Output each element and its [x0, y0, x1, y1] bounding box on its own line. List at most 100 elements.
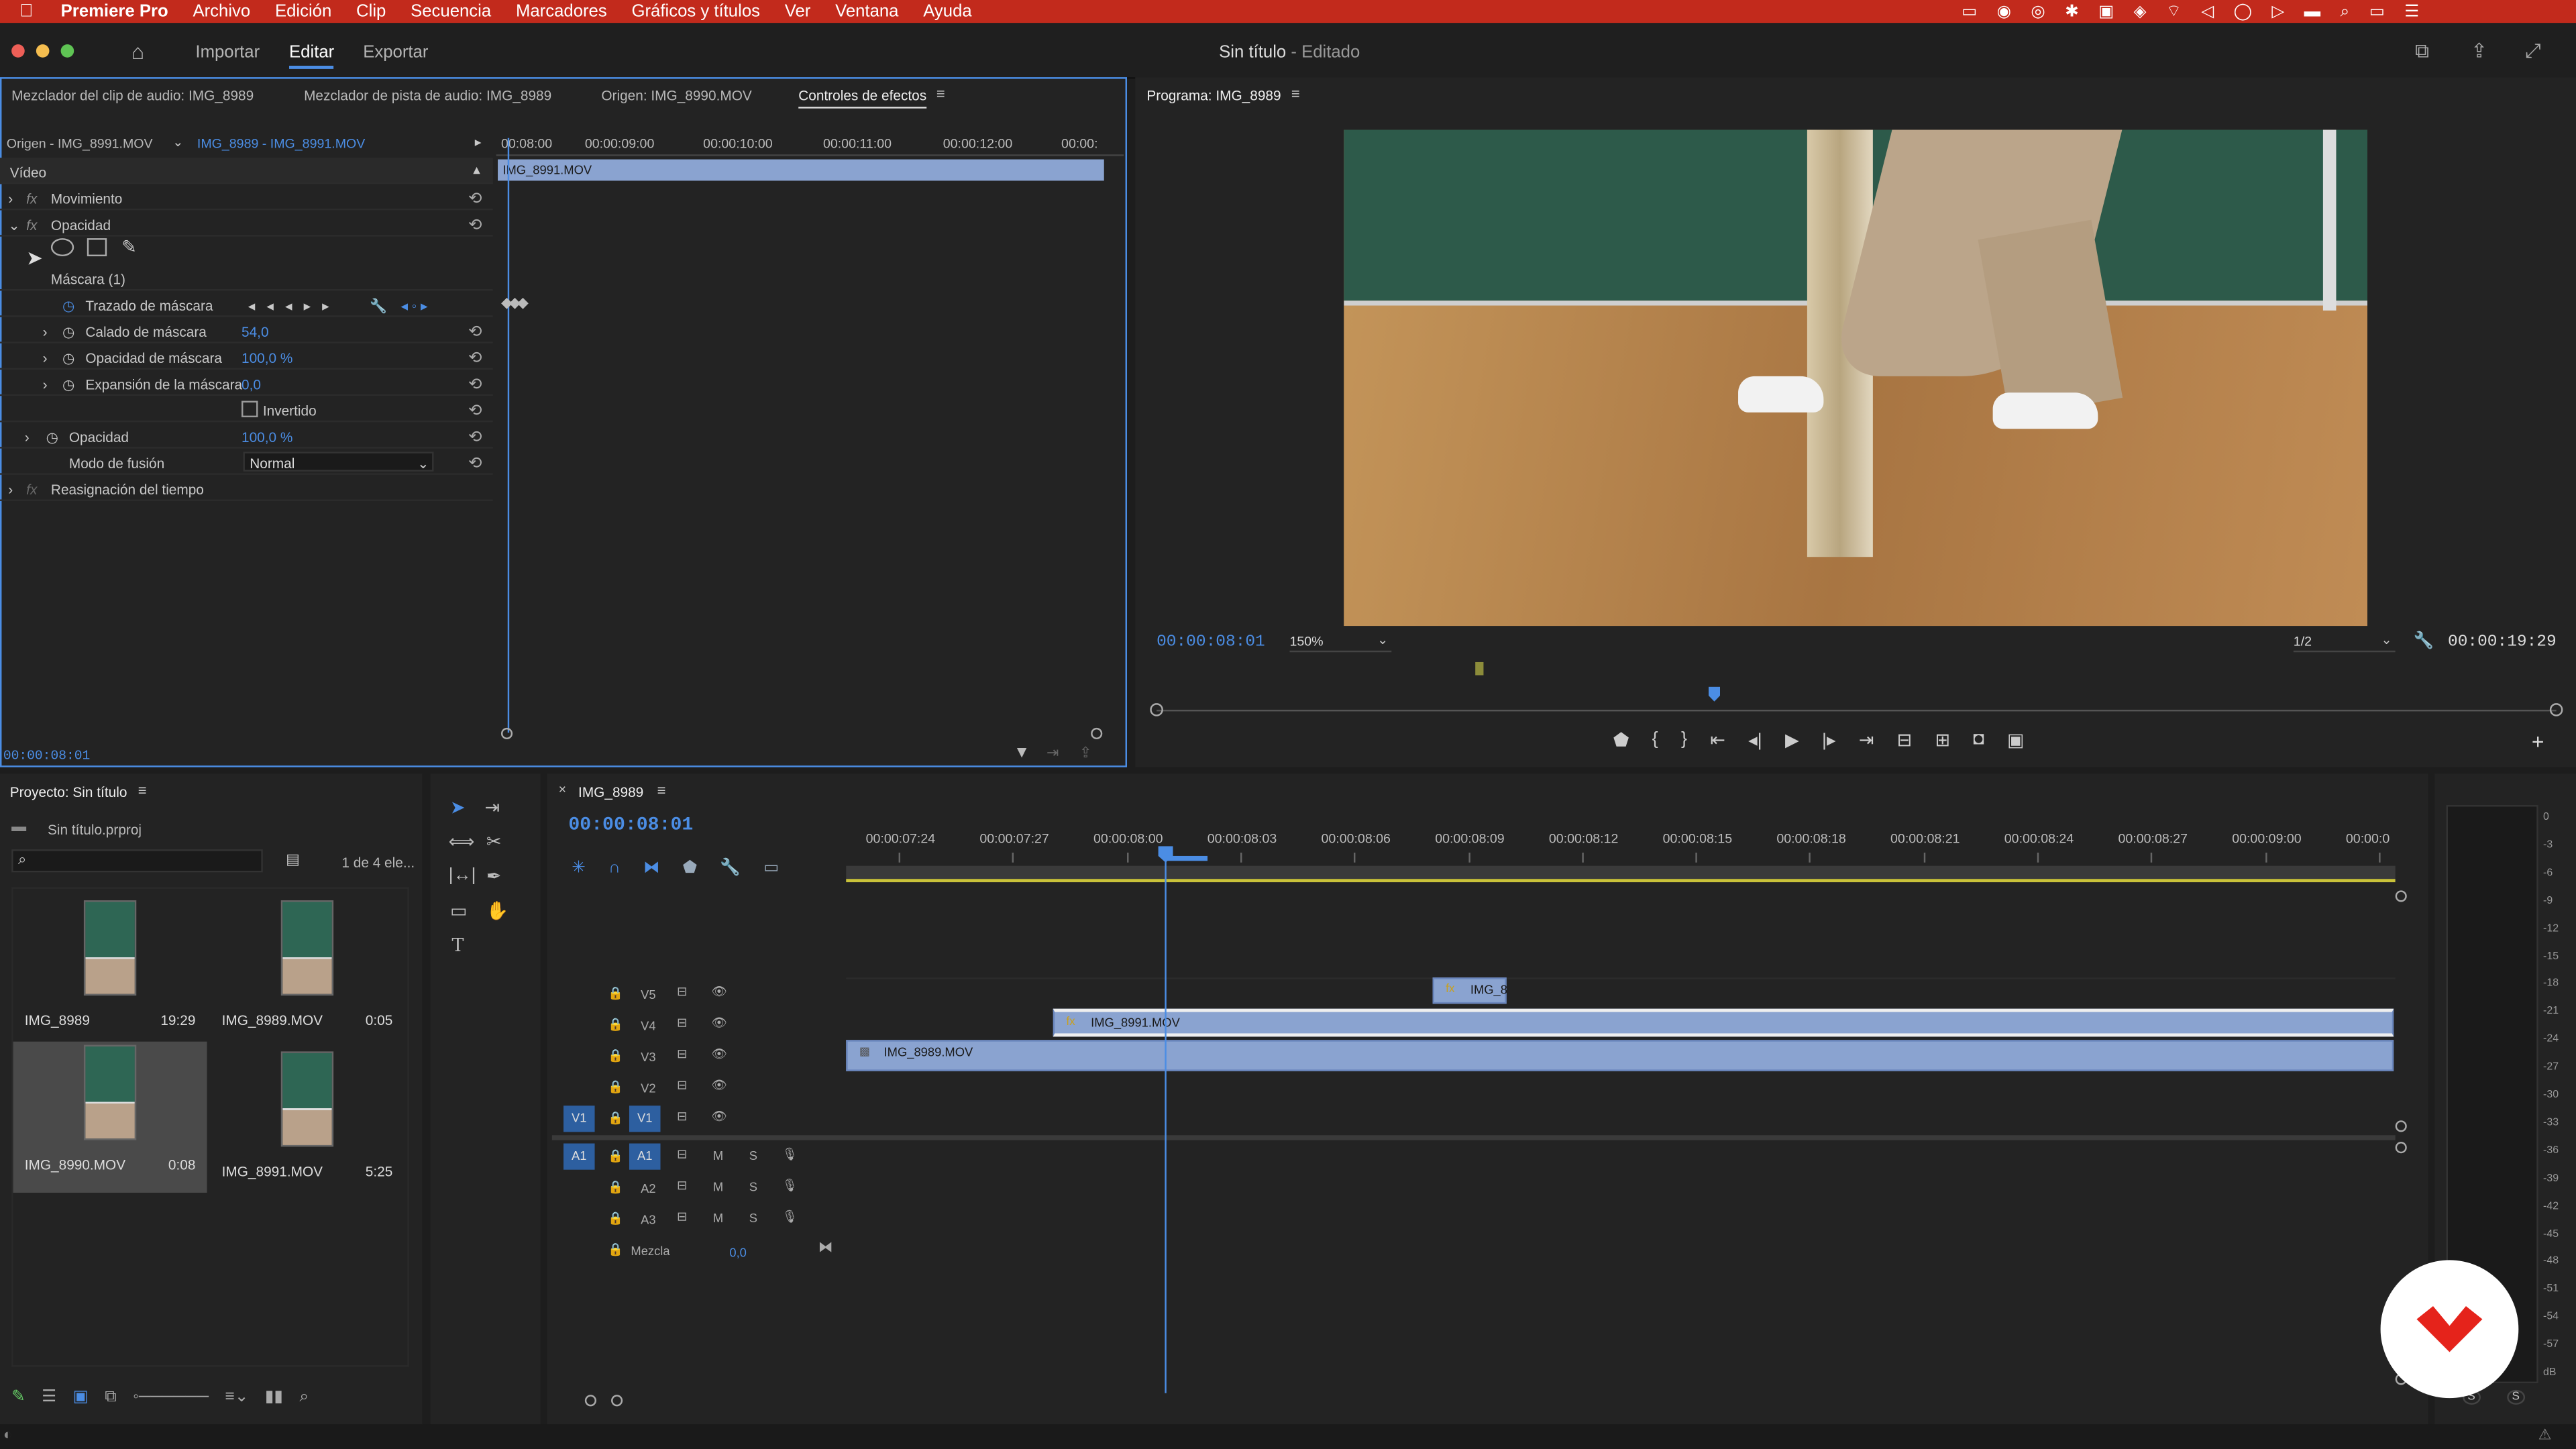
menu-ayuda[interactable]: Ayuda	[923, 1, 971, 21]
lock-icon[interactable]: 🔒	[608, 1111, 623, 1126]
sync-lock-icon[interactable]: ⊟	[677, 1178, 687, 1193]
v-scroll-handle[interactable]	[2395, 1120, 2407, 1132]
zoom-window-button[interactable]	[60, 44, 74, 58]
mark-in-icon[interactable]: {	[1652, 729, 1658, 751]
type-tool-icon[interactable]: T	[451, 934, 464, 956]
video-frame[interactable]	[1344, 129, 2368, 627]
collapse-icon[interactable]: ▴	[473, 161, 480, 179]
mask-path-row[interactable]: ◷ Trazado de máscara ◂◂◂▸▸ 🔧 ◂ ◦ ▸	[0, 290, 493, 317]
fx-icon[interactable]: fx	[26, 482, 37, 498]
playhead[interactable]	[507, 138, 510, 733]
workspace-editar[interactable]: Editar	[289, 43, 334, 62]
search-icon[interactable]: ⌕	[2341, 3, 2350, 21]
track-header-v4[interactable]: 🔒 V4 ⊟ 👁	[552, 1010, 845, 1042]
control-center-icon[interactable]: ☰	[2404, 3, 2419, 21]
freeform-view-icon[interactable]: ⧉	[105, 1388, 116, 1406]
find-icon[interactable]: ⌕	[299, 1388, 309, 1406]
effects-timecode[interactable]: 00:00:08:01	[3, 749, 90, 764]
scrub-handle-left[interactable]	[1150, 703, 1163, 716]
mute-button[interactable]: M	[713, 1211, 723, 1226]
clip-v4[interactable]: fx IMG_8991.MOV	[1053, 1008, 2394, 1037]
stopwatch-icon[interactable]: ◷	[62, 323, 74, 341]
reset-icon[interactable]: ⟲	[468, 350, 482, 368]
program-scrub-bar[interactable]	[1157, 709, 2557, 712]
status-icon[interactable]: ◎	[2031, 3, 2045, 21]
mask-feather-row[interactable]: › ◷ Calado de máscara 54,0 ⟲	[0, 317, 493, 343]
tab-source[interactable]: Origen: IMG_8990.MOV	[601, 87, 751, 103]
sequence-clip-label[interactable]: IMG_8989 - IMG_8991.MOV	[197, 136, 365, 151]
a-scroll-handle[interactable]	[2395, 1142, 2407, 1154]
rectangle-tool-icon[interactable]: ▭	[450, 900, 467, 922]
sync-lock-icon[interactable]: ⊟	[677, 1015, 687, 1030]
pencil-icon[interactable]: ✎	[11, 1388, 25, 1406]
menu-archivo[interactable]: Archivo	[193, 1, 250, 21]
lock-icon[interactable]: 🔒	[608, 1211, 623, 1226]
pen-mask-icon[interactable]: ✎	[121, 237, 137, 258]
keyframe-icons[interactable]: ◆◆◆	[501, 294, 529, 312]
track-header-v2[interactable]: 🔒 V2 ⊟ 👁	[552, 1073, 845, 1104]
step-back-icon[interactable]: ◂|	[1748, 729, 1762, 751]
play-icon[interactable]: ▸	[475, 135, 482, 150]
chevron-down-icon[interactable]: ⌄	[8, 217, 19, 235]
eye-icon[interactable]: 👁	[711, 1109, 727, 1124]
zoom-slider-icon[interactable]: ◦──────	[133, 1388, 209, 1406]
project-item-selected[interactable]: IMG_8990.MOV 0:08	[13, 1041, 207, 1193]
reset-icon[interactable]: ⟲	[468, 402, 482, 421]
project-search-input[interactable]	[11, 849, 263, 873]
mark-out-icon[interactable]: }	[1681, 729, 1687, 751]
track-header-v3[interactable]: 🔒 V3 ⊟ 👁	[552, 1042, 845, 1073]
pen-tool-icon[interactable]: ✒	[486, 866, 502, 887]
mic-icon[interactable]: 🎙	[782, 1209, 798, 1224]
status-icon[interactable]: ◉	[1997, 3, 2011, 21]
reset-icon[interactable]: ⟲	[468, 429, 482, 447]
menu-ventana[interactable]: Ventana	[835, 1, 898, 21]
tab-audio-track-mixer[interactable]: Mezclador de pista de audio: IMG_8989	[304, 87, 551, 103]
track-select-tool-icon[interactable]: ⇥	[484, 797, 500, 818]
project-item[interactable]: IMG_8991.MOV 5:25	[210, 1048, 404, 1199]
track-header-v1[interactable]: V1 🔒 V1 ⊟ 👁	[552, 1104, 845, 1136]
sort-icon[interactable]: ≡⌄	[225, 1388, 249, 1406]
play-icon[interactable]: ▶	[1785, 729, 1799, 751]
tab-effect-controls[interactable]: Controles de efectos	[798, 87, 926, 103]
flag-icon[interactable]: ▬	[2304, 3, 2320, 21]
panel-menu-icon[interactable]: ≡	[138, 782, 147, 798]
rectangle-mask-icon[interactable]	[87, 238, 107, 257]
play-status-icon[interactable]: ▷	[2271, 3, 2284, 21]
chevron-right-icon[interactable]: ›	[43, 323, 48, 339]
chevron-down-icon[interactable]: ⌄	[172, 135, 183, 150]
timeline-ruler[interactable]: 00:00:07:24 00:00:07:27 00:00:08:00 00:00:0…	[846, 822, 2395, 871]
lock-icon[interactable]: 🔒	[608, 1179, 623, 1194]
lock-icon[interactable]: 🔒	[608, 1242, 623, 1256]
track-name[interactable]: A1	[629, 1143, 661, 1170]
home-icon[interactable]: ⌂	[131, 40, 144, 64]
status-icon[interactable]: ◈	[2134, 3, 2147, 21]
zoom-select[interactable]: 150% ⌄	[1289, 633, 1392, 653]
sync-lock-icon[interactable]: ⊟	[677, 984, 687, 999]
property-value[interactable]: 100,0 %	[241, 429, 292, 445]
effect-row-time-remap[interactable]: › fx Reasignación del tiempo	[0, 475, 493, 501]
panel-menu-icon[interactable]: ≡	[657, 782, 666, 798]
property-value[interactable]: 54,0	[241, 323, 269, 339]
stopwatch-icon[interactable]: ◷	[62, 297, 74, 315]
reset-icon[interactable]: ⟲	[468, 376, 482, 394]
zoom-handle-left[interactable]	[500, 727, 513, 740]
lift-icon[interactable]: ⊟	[1897, 729, 1913, 751]
mic-icon[interactable]: 🎙	[782, 1146, 798, 1161]
export-icon[interactable]: ⇥	[1046, 744, 1059, 762]
tab-audio-clip-mixer[interactable]: Mezclador del clip de audio: IMG_8989	[11, 87, 254, 103]
solo-button[interactable]: S	[749, 1211, 757, 1226]
share-icon[interactable]: ⇪	[2471, 40, 2487, 62]
ripple-edit-tool-icon[interactable]: ⟺	[449, 831, 475, 853]
resolution-select[interactable]: 1/2 ⌄	[2293, 633, 2396, 653]
mask-track-controls[interactable]: ◂◂◂▸▸	[248, 297, 341, 315]
fullscreen-icon[interactable]: ⤢	[2525, 40, 2541, 64]
workspace-importar[interactable]: Importar	[195, 43, 260, 62]
opacity-row[interactable]: › ◷ Opacidad 100,0 % ⟲	[0, 422, 493, 449]
slip-tool-icon[interactable]: |↔|	[449, 866, 476, 885]
quick-export-icon[interactable]: ⧉	[2415, 40, 2429, 64]
eye-icon[interactable]: 👁	[711, 1015, 727, 1030]
track-header-a3[interactable]: 🔒 A3 ⊟ M S 🎙	[552, 1204, 845, 1236]
linked-selection-icon[interactable]: ⧓	[643, 859, 659, 877]
fx-icon[interactable]: fx	[26, 217, 37, 233]
hand-tool-icon[interactable]: ✋	[486, 900, 509, 922]
